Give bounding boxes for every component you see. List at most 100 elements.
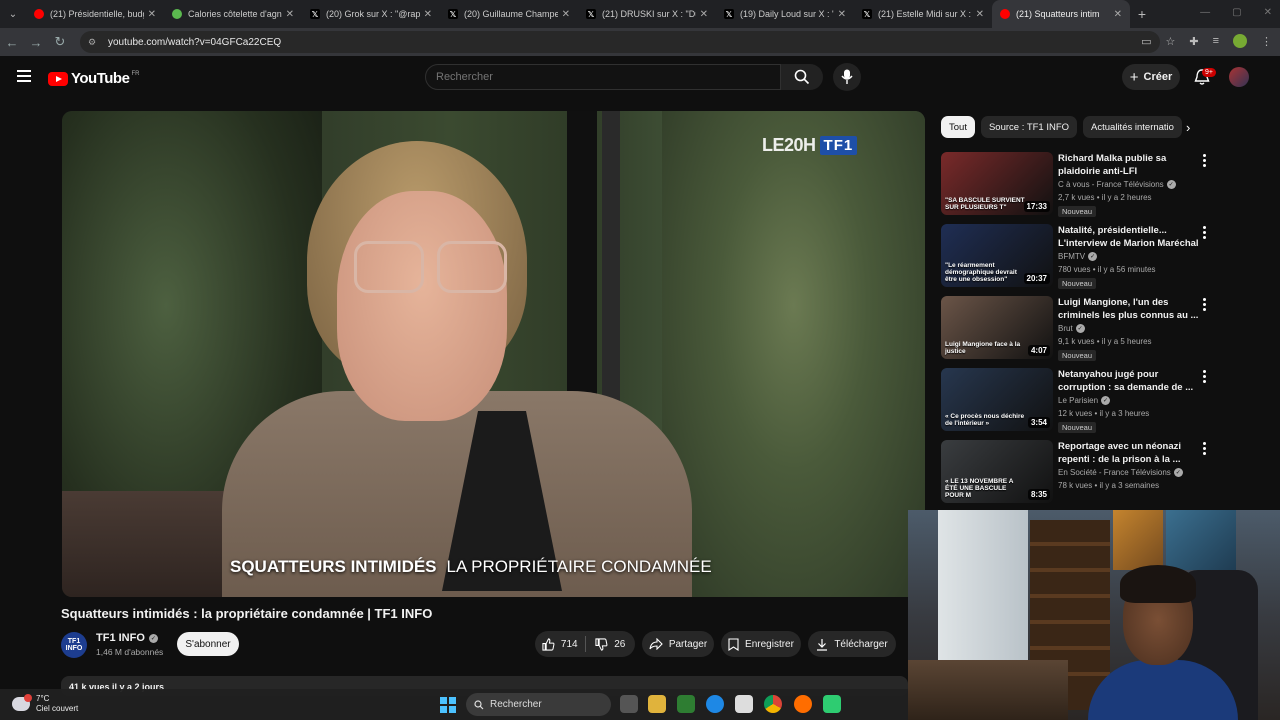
recommended-title[interactable]: Luigi Mangione, l'un des criminels les p… bbox=[1058, 296, 1200, 322]
close-tab-icon[interactable]: ✕ bbox=[148, 9, 156, 20]
more-options-icon[interactable] bbox=[1199, 226, 1209, 240]
more-options-icon[interactable] bbox=[1199, 442, 1209, 456]
channel-avatar[interactable]: TF1 INFO bbox=[61, 632, 87, 658]
more-options-icon[interactable] bbox=[1199, 298, 1209, 312]
weather-widget[interactable]: 7°C Ciel couvert bbox=[12, 694, 78, 714]
minimize-icon[interactable]: — bbox=[1200, 7, 1210, 18]
recommended-title[interactable]: Netanyahou jugé pour corruption : sa dem… bbox=[1058, 368, 1200, 394]
recommended-video[interactable]: Luigi Mangione face à la justice 4:07 Luig… bbox=[941, 296, 1221, 362]
recommended-title[interactable]: Reportage avec un néonazi repenti : de l… bbox=[1058, 440, 1200, 466]
close-tab-icon[interactable]: ✕ bbox=[562, 9, 570, 20]
filter-chip[interactable]: Source : TF1 INFO bbox=[980, 116, 1078, 138]
save-button[interactable]: Enregistrer bbox=[721, 631, 801, 657]
maximize-icon[interactable]: ▢ bbox=[1232, 7, 1241, 18]
recommended-channel[interactable]: En Société - France Télévisions bbox=[1058, 468, 1171, 477]
search-input[interactable] bbox=[436, 71, 780, 83]
close-tab-icon[interactable]: ✕ bbox=[838, 9, 846, 20]
video-caption: SQUATTEURS INTIMIDÉS LA PROPRIÉTAIRE COND… bbox=[230, 557, 712, 577]
file-explorer-icon[interactable] bbox=[648, 695, 666, 713]
le20h-logo-text: LE20H bbox=[762, 135, 816, 155]
browser-tab[interactable]: 𝕏 (20) Grok sur X : "@raphael ✕ bbox=[302, 0, 440, 28]
browser-menu-icon[interactable]: ⋮ bbox=[1261, 35, 1272, 48]
recommended-video[interactable]: « LE 13 NOVEMBRE A ÉTÉ UNE BASCULE POUR … bbox=[941, 440, 1221, 506]
recommended-channel-row: Brut ✓ bbox=[1058, 324, 1085, 333]
recommended-channel[interactable]: BFMTV bbox=[1058, 252, 1085, 261]
video-player[interactable]: LE20H TF1 SQUATTEURS INTIMIDÉS LA PROPRIÉ… bbox=[62, 111, 925, 597]
youtube-logo[interactable]: YouTube FR bbox=[48, 70, 139, 87]
browser-tab[interactable]: 𝕏 (21) DRUSKI sur X : "Dude ✕ bbox=[578, 0, 716, 28]
recommended-video[interactable]: "SA BASCULE SURVIENT SUR PLUSIEURS T" 17:… bbox=[941, 152, 1221, 218]
close-tab-icon[interactable]: ✕ bbox=[424, 9, 432, 20]
taskbar-search[interactable]: Rechercher bbox=[466, 693, 611, 716]
recommended-title[interactable]: Natalité, présidentielle... L'interview … bbox=[1058, 224, 1200, 250]
close-tab-icon[interactable]: ✕ bbox=[700, 9, 708, 20]
youtube-play-icon bbox=[48, 71, 68, 86]
dislike-button[interactable]: 26 bbox=[586, 637, 636, 651]
media-icon[interactable]: ≡ bbox=[1213, 35, 1219, 47]
new-badge: Nouveau bbox=[1058, 350, 1097, 361]
video-thumbnail[interactable]: Luigi Mangione face à la justice 4:07 bbox=[941, 296, 1053, 359]
channel-name-row[interactable]: TF1 INFO ✓ bbox=[96, 632, 158, 644]
user-avatar[interactable] bbox=[1229, 67, 1249, 87]
edge-icon[interactable] bbox=[706, 695, 724, 713]
video-thumbnail[interactable]: "Le réarmement démographique devrait êtr… bbox=[941, 224, 1053, 287]
recommended-video[interactable]: "Le réarmement démographique devrait êtr… bbox=[941, 224, 1221, 290]
recommended-title[interactable]: Richard Malka publie sa plaidoirie anti-… bbox=[1058, 152, 1200, 178]
firefox-icon[interactable] bbox=[794, 695, 812, 713]
bookmark-star-icon[interactable]: ☆ bbox=[1165, 35, 1175, 48]
back-icon[interactable]: ← bbox=[0, 35, 24, 50]
tab-search-dropdown-icon[interactable]: ⌄ bbox=[0, 0, 26, 28]
create-button[interactable]: + Créer bbox=[1122, 64, 1180, 90]
extensions-icon[interactable]: ✚ bbox=[1189, 35, 1198, 48]
close-tab-icon[interactable]: ✕ bbox=[1114, 9, 1122, 20]
browser-tab[interactable]: 𝕏 (19) Daily Loud sur X : "2 ✕ bbox=[716, 0, 854, 28]
windows-start-icon[interactable] bbox=[440, 697, 456, 713]
close-tab-icon[interactable]: ✕ bbox=[286, 9, 294, 20]
subscribe-button[interactable]: S'abonner bbox=[177, 632, 239, 656]
close-window-icon[interactable]: ✕ bbox=[1264, 7, 1272, 18]
download-icon bbox=[817, 638, 828, 651]
site-info-icon[interactable]: ⚙ bbox=[88, 37, 100, 47]
app-icon[interactable] bbox=[823, 695, 841, 713]
reload-icon[interactable]: ↻ bbox=[48, 34, 72, 50]
nvidia-icon[interactable] bbox=[677, 695, 695, 713]
chrome-icon[interactable] bbox=[764, 695, 782, 713]
webcam-streamer-hair bbox=[1120, 565, 1196, 603]
video-thumbnail[interactable]: « LE 13 NOVEMBRE A ÉTÉ UNE BASCULE POUR … bbox=[941, 440, 1053, 503]
voice-search-button[interactable] bbox=[833, 63, 861, 91]
profile-avatar[interactable] bbox=[1233, 34, 1247, 48]
new-tab-button[interactable]: + bbox=[1130, 6, 1154, 22]
search-box[interactable] bbox=[425, 64, 781, 90]
more-options-icon[interactable] bbox=[1199, 154, 1209, 168]
recommended-video[interactable]: « Ce procès nous déchire de l'intérieur … bbox=[941, 368, 1221, 434]
browser-tab[interactable]: 𝕏 (20) Guillaume Champeau ✕ bbox=[440, 0, 578, 28]
store-icon[interactable] bbox=[735, 695, 753, 713]
share-button[interactable]: Partager bbox=[642, 631, 714, 657]
chevron-right-icon[interactable]: › bbox=[1186, 120, 1190, 135]
search-button[interactable] bbox=[781, 64, 823, 90]
video-thumbnail[interactable]: « Ce procès nous déchire de l'intérieur … bbox=[941, 368, 1053, 431]
hamburger-menu-icon[interactable] bbox=[17, 70, 31, 85]
browser-tab[interactable]: (21) Squatteurs intim ✕ bbox=[992, 0, 1130, 28]
browser-tab[interactable]: (21) Présidentielle, budget ✕ bbox=[26, 0, 164, 28]
url-field[interactable]: ⚙ youtube.com/watch?v=04GFCa22CEQ bbox=[80, 31, 1160, 53]
video-thumbnail[interactable]: "SA BASCULE SURVIENT SUR PLUSIEURS T" 17:… bbox=[941, 152, 1053, 215]
download-button[interactable]: Télécharger bbox=[808, 631, 896, 657]
new-badge: Nouveau bbox=[1058, 422, 1097, 433]
channel-name[interactable]: TF1 INFO bbox=[96, 632, 145, 644]
forward-icon[interactable]: → bbox=[24, 35, 48, 50]
recommended-channel[interactable]: C à vous - France Télévisions bbox=[1058, 180, 1164, 189]
like-button[interactable]: 714 bbox=[535, 637, 585, 651]
filter-chip[interactable]: Tout bbox=[941, 116, 975, 138]
browser-tab[interactable]: Calories côtelette d'agneau ✕ bbox=[164, 0, 302, 28]
task-view-icon[interactable] bbox=[620, 695, 638, 713]
browser-tab[interactable]: 𝕏 (21) Estelle Midi sur X : " ✕ bbox=[854, 0, 992, 28]
close-tab-icon[interactable]: ✕ bbox=[976, 9, 984, 20]
cast-icon[interactable]: ▭ bbox=[1141, 35, 1151, 48]
recommended-channel[interactable]: Le Parisien bbox=[1058, 396, 1098, 405]
recommended-channel[interactable]: Brut bbox=[1058, 324, 1073, 333]
more-options-icon[interactable] bbox=[1199, 370, 1209, 384]
filter-chip[interactable]: Actualités internatio bbox=[1083, 116, 1182, 138]
tab-title: (21) Squatteurs intim bbox=[1016, 9, 1100, 19]
dislike-count: 26 bbox=[614, 638, 626, 650]
